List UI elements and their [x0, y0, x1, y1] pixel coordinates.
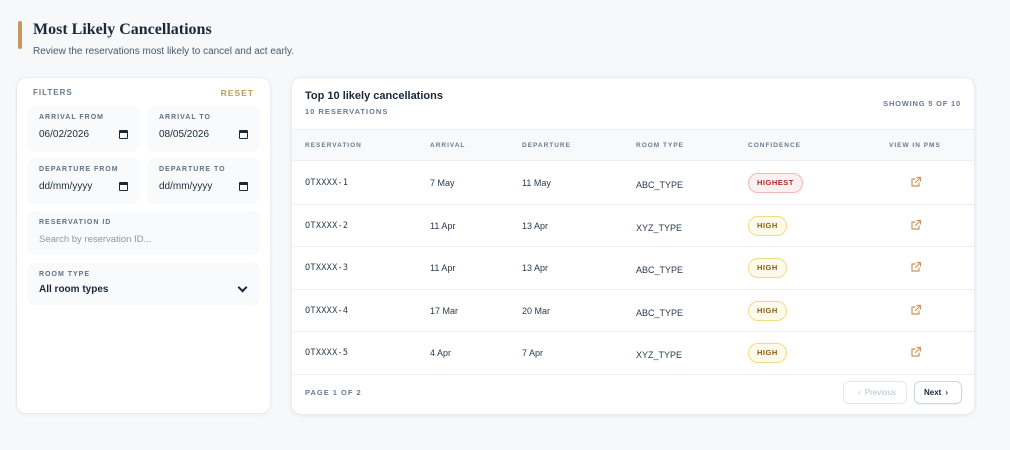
external-link-icon[interactable] [910, 175, 922, 187]
next-button[interactable]: Next › [914, 381, 962, 404]
arrival-from-value: 06/02/2026 [39, 129, 90, 140]
confidence-badge: HIGH [748, 300, 787, 321]
room-type-cell: ABC_TYPE [636, 307, 684, 318]
departure-cell: 20 Mar [522, 305, 551, 316]
column-header-room-type: ROOM TYPE [636, 142, 685, 149]
departure-from-label: DEPARTURE FROM [39, 166, 119, 173]
external-link-icon[interactable] [910, 260, 922, 272]
arrival-from-label: ARRIVAL FROM [39, 114, 105, 121]
departure-from-field[interactable]: DEPARTURE FROM dd/mm/yyyy [27, 158, 140, 204]
page-subtitle: Review the reservations most likely to c… [33, 46, 295, 57]
filters-panel: FILTERS RESET ARRIVAL FROM 06/02/2026 AR… [16, 77, 271, 414]
table-row: OTXXXX-5 4 Apr 7 Apr XYZ_TYPE HIGH [292, 332, 974, 375]
column-header-view-in-pms: VIEW IN PMS [889, 142, 941, 149]
calendar-icon[interactable] [119, 182, 128, 191]
previous-label: Previous [864, 388, 896, 397]
external-link-icon[interactable] [910, 345, 922, 357]
reservation-cell: OTXXXX-4 [305, 305, 349, 316]
departure-cell: 13 Apr [522, 263, 549, 273]
arrival-cell: 11 Apr [430, 263, 456, 273]
chevron-right-icon: › [945, 388, 948, 397]
arrival-from-field[interactable]: ARRIVAL FROM 06/02/2026 [27, 106, 140, 152]
reservation-cell: OTXXXX-5 [305, 348, 349, 358]
table-title: Top 10 likely cancellations [305, 90, 443, 102]
room-type-select[interactable]: ROOM TYPE All room types [27, 263, 260, 305]
reservation-id-input[interactable]: Search by reservation ID... [39, 234, 248, 245]
reservation-id-label: RESERVATION ID [39, 219, 112, 226]
table-row: OTXXXX-4 17 Mar 20 Mar ABC_TYPE HIGH [292, 290, 974, 332]
arrival-to-value: 08/05/2026 [159, 129, 210, 140]
arrival-cell: 4 Apr [430, 348, 452, 358]
chevron-down-icon[interactable] [237, 282, 248, 293]
departure-cell: 11 May [522, 178, 551, 188]
room-type-value: All room types [39, 284, 109, 295]
departure-to-value: dd/mm/yyyy [159, 181, 213, 192]
departure-to-label: DEPARTURE TO [159, 166, 226, 173]
table-row: OTXXXX-3 11 Apr 13 Apr ABC_TYPE HIGH [292, 247, 974, 290]
calendar-icon[interactable] [239, 182, 248, 191]
reservation-cell: OTXXXX-2 [305, 220, 349, 231]
departure-cell: 13 Apr [522, 220, 549, 231]
previous-button[interactable]: ‹ Previous [843, 381, 907, 404]
column-header-arrival: ARRIVAL [430, 142, 466, 149]
table-header: RESERVATION ARRIVAL DEPARTURE ROOM TYPE … [292, 129, 974, 161]
reservation-cell: OTXXXX-1 [305, 178, 349, 188]
calendar-icon[interactable] [119, 130, 128, 139]
arrival-cell: 17 Mar [430, 305, 459, 316]
arrival-to-label: ARRIVAL TO [159, 114, 212, 121]
table-row: OTXXXX-2 11 Apr 13 Apr XYZ_TYPE HIGH [292, 205, 974, 247]
column-header-reservation: RESERVATION [305, 142, 362, 149]
confidence-badge: HIGH [748, 215, 787, 236]
external-link-icon[interactable] [910, 218, 922, 230]
confidence-badge: HIGHEST [748, 173, 803, 193]
column-header-departure: DEPARTURE [522, 142, 571, 149]
page-indicator: PAGE 1 OF 2 [305, 388, 362, 397]
departure-to-field[interactable]: DEPARTURE TO dd/mm/yyyy [147, 158, 260, 204]
arrival-cell: 11 Apr [430, 220, 456, 231]
external-link-icon[interactable] [910, 303, 922, 315]
column-header-confidence: CONFIDENCE [748, 142, 801, 149]
calendar-icon[interactable] [239, 130, 248, 139]
next-label: Next [923, 388, 942, 397]
arrival-to-field[interactable]: ARRIVAL TO 08/05/2026 [147, 106, 260, 152]
table-footer: PAGE 1 OF 2 ‹ Previous Next › [292, 373, 974, 414]
reset-button[interactable]: RESET [221, 88, 254, 98]
header-accent-bar [18, 21, 22, 49]
table-subtitle: 10 RESERVATIONS [305, 107, 389, 116]
page-header: Most Likely Cancellations Review the res… [18, 20, 294, 57]
confidence-badge: HIGH [748, 343, 787, 363]
room-type-label: ROOM TYPE [39, 271, 91, 278]
filters-title: FILTERS [33, 88, 73, 97]
showing-count: SHOWING 5 OF 10 [883, 99, 961, 108]
chevron-left-icon: ‹ [858, 388, 861, 397]
room-type-cell: ABC_TYPE [636, 265, 684, 275]
departure-from-value: dd/mm/yyyy [39, 181, 93, 192]
room-type-cell: XYZ_TYPE [636, 222, 683, 233]
departure-cell: 7 Apr [522, 348, 544, 358]
reservation-id-field[interactable]: RESERVATION ID Search by reservation ID.… [27, 211, 260, 255]
page-title: Most Likely Cancellations [33, 21, 212, 38]
table-row: OTXXXX-1 7 May 11 May ABC_TYPE HIGHEST [292, 162, 974, 205]
reservation-cell: OTXXXX-3 [305, 263, 349, 273]
room-type-cell: ABC_TYPE [636, 180, 684, 190]
cancellations-table-card: Top 10 likely cancellations 10 RESERVATI… [291, 77, 975, 415]
arrival-cell: 7 May [430, 178, 455, 188]
confidence-badge: HIGH [748, 258, 787, 278]
room-type-cell: XYZ_TYPE [636, 350, 683, 360]
